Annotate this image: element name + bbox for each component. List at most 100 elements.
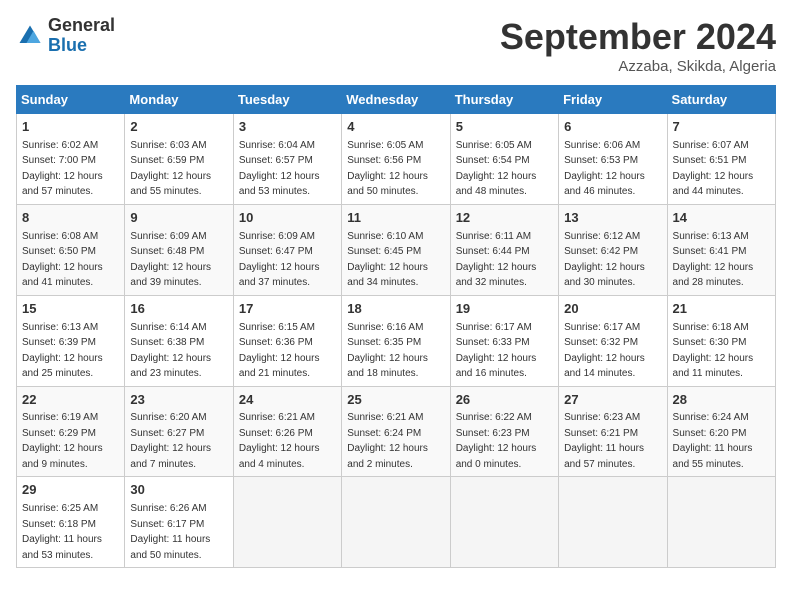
calendar-day-cell: 16 Sunrise: 6:14 AMSunset: 6:38 PMDayligh…: [125, 295, 233, 386]
day-number: 27: [564, 391, 661, 410]
calendar-day-cell: 6 Sunrise: 6:06 AMSunset: 6:53 PMDaylight…: [559, 114, 667, 205]
day-detail: Sunrise: 6:11 AMSunset: 6:44 PMDaylight:…: [456, 231, 537, 289]
day-number: 30: [130, 481, 227, 500]
weekday-header-thursday: Thursday: [450, 86, 558, 114]
day-number: 22: [22, 391, 119, 410]
calendar-day-cell: 7 Sunrise: 6:07 AMSunset: 6:51 PMDaylight…: [667, 114, 775, 205]
day-number: 23: [130, 391, 227, 410]
day-number: 15: [22, 300, 119, 319]
day-detail: Sunrise: 6:14 AMSunset: 6:38 PMDaylight:…: [130, 322, 211, 380]
day-number: 29: [22, 481, 119, 500]
day-number: 13: [564, 209, 661, 228]
calendar-week-row: 1 Sunrise: 6:02 AMSunset: 7:00 PMDaylight…: [17, 114, 776, 205]
day-detail: Sunrise: 6:15 AMSunset: 6:36 PMDaylight:…: [239, 322, 320, 380]
day-number: 7: [673, 118, 770, 137]
day-detail: Sunrise: 6:24 AMSunset: 6:20 PMDaylight:…: [673, 412, 753, 470]
day-detail: Sunrise: 6:03 AMSunset: 6:59 PMDaylight:…: [130, 140, 211, 198]
weekday-header-wednesday: Wednesday: [342, 86, 450, 114]
day-number: 11: [347, 209, 444, 228]
calendar-day-cell: 27 Sunrise: 6:23 AMSunset: 6:21 PMDayligh…: [559, 386, 667, 477]
calendar-day-cell: 30 Sunrise: 6:26 AMSunset: 6:17 PMDayligh…: [125, 477, 233, 568]
day-detail: Sunrise: 6:07 AMSunset: 6:51 PMDaylight:…: [673, 140, 754, 198]
weekday-header-sunday: Sunday: [17, 86, 125, 114]
calendar-day-cell: [450, 477, 558, 568]
day-number: 8: [22, 209, 119, 228]
day-detail: Sunrise: 6:21 AMSunset: 6:24 PMDaylight:…: [347, 412, 428, 470]
weekday-header-saturday: Saturday: [667, 86, 775, 114]
day-number: 9: [130, 209, 227, 228]
calendar-day-cell: 24Sunrise: 6:21 AMSunset: 6:26 PMDayligh…: [233, 386, 341, 477]
day-detail: Sunrise: 6:04 AMSunset: 6:57 PMDaylight:…: [239, 140, 320, 198]
day-detail: Sunrise: 6:05 AMSunset: 6:54 PMDaylight:…: [456, 140, 537, 198]
calendar-day-cell: 11 Sunrise: 6:10 AMSunset: 6:45 PMDayligh…: [342, 204, 450, 295]
day-number: 18: [347, 300, 444, 319]
day-number: 20: [564, 300, 661, 319]
day-number: 19: [456, 300, 553, 319]
calendar-week-row: 15Sunrise: 6:13 AMSunset: 6:39 PMDayligh…: [17, 295, 776, 386]
day-number: 1: [22, 118, 119, 137]
calendar-day-cell: 19 Sunrise: 6:17 AMSunset: 6:33 PMDayligh…: [450, 295, 558, 386]
day-detail: Sunrise: 6:18 AMSunset: 6:30 PMDaylight:…: [673, 322, 754, 380]
calendar-day-cell: 8Sunrise: 6:08 AMSunset: 6:50 PMDaylight…: [17, 204, 125, 295]
day-detail: Sunrise: 6:05 AMSunset: 6:56 PMDaylight:…: [347, 140, 428, 198]
day-number: 17: [239, 300, 336, 319]
day-number: 24: [239, 391, 336, 410]
page-header: General Blue September 2024 Azzaba, Skik…: [16, 16, 776, 75]
day-number: 25: [347, 391, 444, 410]
day-detail: Sunrise: 6:20 AMSunset: 6:27 PMDaylight:…: [130, 412, 211, 470]
logo-icon: [16, 22, 44, 50]
day-number: 10: [239, 209, 336, 228]
calendar-day-cell: 4 Sunrise: 6:05 AMSunset: 6:56 PMDaylight…: [342, 114, 450, 205]
day-number: 26: [456, 391, 553, 410]
logo: General Blue: [16, 16, 115, 56]
weekday-header-tuesday: Tuesday: [233, 86, 341, 114]
calendar-day-cell: [233, 477, 341, 568]
day-number: 14: [673, 209, 770, 228]
day-detail: Sunrise: 6:16 AMSunset: 6:35 PMDaylight:…: [347, 322, 428, 380]
location-subtitle: Azzaba, Skikda, Algeria: [500, 58, 776, 75]
day-number: 3: [239, 118, 336, 137]
calendar-day-cell: 21 Sunrise: 6:18 AMSunset: 6:30 PMDayligh…: [667, 295, 775, 386]
calendar-day-cell: 5 Sunrise: 6:05 AMSunset: 6:54 PMDaylight…: [450, 114, 558, 205]
calendar-day-cell: 9 Sunrise: 6:09 AMSunset: 6:48 PMDaylight…: [125, 204, 233, 295]
calendar-week-row: 22Sunrise: 6:19 AMSunset: 6:29 PMDayligh…: [17, 386, 776, 477]
day-detail: Sunrise: 6:25 AMSunset: 6:18 PMDaylight:…: [22, 503, 102, 561]
calendar-day-cell: 25 Sunrise: 6:21 AMSunset: 6:24 PMDayligh…: [342, 386, 450, 477]
calendar-day-cell: [667, 477, 775, 568]
weekday-header-monday: Monday: [125, 86, 233, 114]
day-detail: Sunrise: 6:09 AMSunset: 6:48 PMDaylight:…: [130, 231, 211, 289]
day-detail: Sunrise: 6:06 AMSunset: 6:53 PMDaylight:…: [564, 140, 645, 198]
day-detail: Sunrise: 6:17 AMSunset: 6:33 PMDaylight:…: [456, 322, 537, 380]
calendar-day-cell: 28 Sunrise: 6:24 AMSunset: 6:20 PMDayligh…: [667, 386, 775, 477]
day-detail: Sunrise: 6:26 AMSunset: 6:17 PMDaylight:…: [130, 503, 210, 561]
calendar-day-cell: 10 Sunrise: 6:09 AMSunset: 6:47 PMDayligh…: [233, 204, 341, 295]
day-number: 12: [456, 209, 553, 228]
title-block: September 2024 Azzaba, Skikda, Algeria: [500, 16, 776, 75]
calendar-week-row: 8Sunrise: 6:08 AMSunset: 6:50 PMDaylight…: [17, 204, 776, 295]
day-detail: Sunrise: 6:09 AMSunset: 6:47 PMDaylight:…: [239, 231, 320, 289]
day-number: 4: [347, 118, 444, 137]
day-detail: Sunrise: 6:02 AMSunset: 7:00 PMDaylight:…: [22, 140, 103, 198]
day-detail: Sunrise: 6:10 AMSunset: 6:45 PMDaylight:…: [347, 231, 428, 289]
day-detail: Sunrise: 6:12 AMSunset: 6:42 PMDaylight:…: [564, 231, 645, 289]
weekday-header-row: SundayMondayTuesdayWednesdayThursdayFrid…: [17, 86, 776, 114]
calendar-day-cell: 2 Sunrise: 6:03 AMSunset: 6:59 PMDaylight…: [125, 114, 233, 205]
calendar-day-cell: 13 Sunrise: 6:12 AMSunset: 6:42 PMDayligh…: [559, 204, 667, 295]
day-number: 2: [130, 118, 227, 137]
calendar-day-cell: 22Sunrise: 6:19 AMSunset: 6:29 PMDayligh…: [17, 386, 125, 477]
calendar-day-cell: 29 Sunrise: 6:25 AMSunset: 6:18 PMDayligh…: [17, 477, 125, 568]
calendar-day-cell: 18 Sunrise: 6:16 AMSunset: 6:35 PMDayligh…: [342, 295, 450, 386]
weekday-header-friday: Friday: [559, 86, 667, 114]
day-number: 28: [673, 391, 770, 410]
day-number: 21: [673, 300, 770, 319]
calendar-week-row: 29 Sunrise: 6:25 AMSunset: 6:18 PMDayligh…: [17, 477, 776, 568]
day-number: 5: [456, 118, 553, 137]
day-number: 6: [564, 118, 661, 137]
calendar-day-cell: 26Sunrise: 6:22 AMSunset: 6:23 PMDayligh…: [450, 386, 558, 477]
calendar-day-cell: [559, 477, 667, 568]
calendar-day-cell: 15Sunrise: 6:13 AMSunset: 6:39 PMDayligh…: [17, 295, 125, 386]
calendar-table: SundayMondayTuesdayWednesdayThursdayFrid…: [16, 85, 776, 568]
day-number: 16: [130, 300, 227, 319]
day-detail: Sunrise: 6:23 AMSunset: 6:21 PMDaylight:…: [564, 412, 644, 470]
calendar-day-cell: 23 Sunrise: 6:20 AMSunset: 6:27 PMDayligh…: [125, 386, 233, 477]
